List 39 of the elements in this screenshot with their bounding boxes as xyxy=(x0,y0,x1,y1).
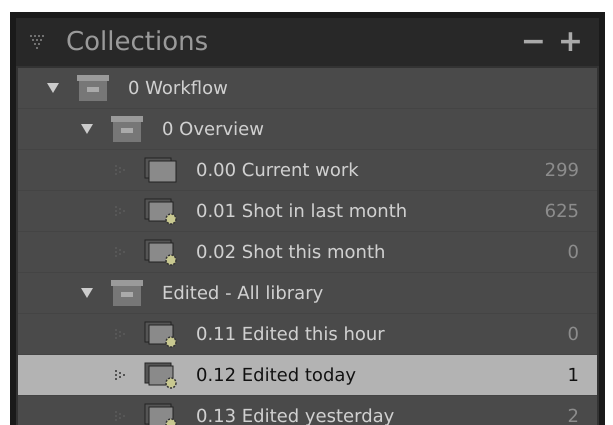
photo-count: 299 xyxy=(544,160,579,180)
collection-name: 0.00 Current work xyxy=(196,160,359,180)
photo-count: 0 xyxy=(568,324,579,344)
box-icon xyxy=(110,115,144,143)
collection-row[interactable]: 0.13 Edited yesterday 2 xyxy=(18,396,597,425)
collection-name: 0 Overview xyxy=(162,118,264,140)
expanded-triangle-icon[interactable] xyxy=(46,82,60,94)
add-collection-button[interactable]: + xyxy=(552,27,589,57)
photo-count: 1 xyxy=(568,364,579,386)
photo-count: 625 xyxy=(544,200,579,222)
expanded-triangle-icon[interactable] xyxy=(80,123,94,135)
dotted-triangle-icon xyxy=(114,369,128,381)
smart-collection-icon xyxy=(144,238,178,266)
collection-set-row[interactable]: 0 Overview xyxy=(18,109,597,150)
collection-row[interactable]: 0.00 Current work 299 xyxy=(18,150,597,191)
photo-count: 2 xyxy=(568,406,579,425)
collection-name: 0.01 Shot in last month xyxy=(196,200,408,222)
panel-title: Collections xyxy=(66,27,208,57)
photo-count: 0 xyxy=(568,242,579,262)
photo-stack-icon xyxy=(144,156,178,184)
smart-collection-icon xyxy=(144,361,178,389)
collection-name: 0 Workflow xyxy=(128,78,228,98)
collection-name: 0.12 Edited today xyxy=(196,364,356,386)
collection-name: 0.11 Edited this hour xyxy=(196,324,385,344)
smart-collection-icon xyxy=(144,320,178,348)
collection-row[interactable]: 0.01 Shot in last month 625 xyxy=(18,191,597,232)
collection-name: 0.13 Edited yesterday xyxy=(196,406,394,425)
collapse-icon[interactable] xyxy=(30,35,44,49)
collection-name: Edited - All library xyxy=(162,282,324,304)
collection-row[interactable]: 0.02 Shot this month 0 xyxy=(18,232,597,273)
remove-collection-button[interactable]: − xyxy=(514,27,552,57)
collection-set-row[interactable]: Edited - All library xyxy=(18,273,597,314)
collection-set-row[interactable]: 0 Workflow xyxy=(18,68,597,109)
box-icon xyxy=(76,74,110,102)
smart-collection-icon xyxy=(144,197,178,225)
collection-row[interactable]: 0.12 Edited today 1 xyxy=(18,355,597,396)
box-icon xyxy=(110,279,144,307)
expanded-triangle-icon[interactable] xyxy=(80,287,94,299)
collection-name: 0.02 Shot this month xyxy=(196,242,386,262)
